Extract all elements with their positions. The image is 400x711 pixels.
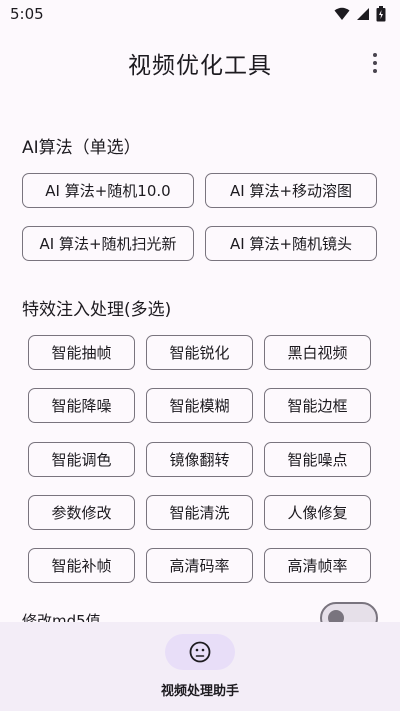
effect-option[interactable]: 高清码率 — [146, 548, 253, 583]
nav-item-video-assistant[interactable]: 视频处理助手 — [140, 634, 260, 704]
app-title: 视频优化工具 — [128, 53, 272, 79]
effect-option[interactable]: 智能锐化 — [146, 335, 253, 370]
status-bar: 5:05 — [0, 0, 400, 28]
effect-option[interactable]: 黑白视频 — [264, 335, 371, 370]
effect-option[interactable]: 参数修改 — [28, 495, 135, 530]
more-vert-icon[interactable] — [364, 50, 386, 76]
wifi-icon — [334, 7, 350, 20]
ai-section-title: AI算法（单选） — [22, 138, 141, 158]
effect-option[interactable]: 镜像翻转 — [146, 442, 253, 477]
effect-option[interactable]: 智能清洗 — [146, 495, 253, 530]
effect-option[interactable]: 智能抽帧 — [28, 335, 135, 370]
effects-section-title: 特效注入处理(多选) — [22, 300, 172, 320]
ai-option-move-blend[interactable]: AI 算法+移动溶图 — [205, 173, 377, 208]
ai-option-random-lens[interactable]: AI 算法+随机镜头 — [205, 226, 377, 261]
effect-option[interactable]: 智能边框 — [264, 388, 371, 423]
nav-indicator — [165, 634, 235, 670]
cell-signal-icon — [357, 8, 369, 20]
face-icon — [189, 641, 211, 663]
status-icons — [334, 6, 386, 22]
ai-option-random-10[interactable]: AI 算法+随机10.0 — [22, 173, 194, 208]
nav-label: 视频处理助手 — [160, 684, 239, 699]
battery-icon — [376, 6, 386, 22]
app-bar: 视频优化工具 — [0, 28, 400, 98]
effect-option[interactable]: 人像修复 — [264, 495, 371, 530]
effect-option[interactable]: 智能调色 — [28, 442, 135, 477]
effect-option[interactable]: 智能噪点 — [264, 442, 371, 477]
bottom-nav: 视频处理助手 — [0, 622, 400, 711]
effect-option[interactable]: 高清帧率 — [264, 548, 371, 583]
effect-option[interactable]: 智能降噪 — [28, 388, 135, 423]
effect-option[interactable]: 智能补帧 — [28, 548, 135, 583]
effect-option[interactable]: 智能模糊 — [146, 388, 253, 423]
ai-option-random-sweep[interactable]: AI 算法+随机扫光新 — [22, 226, 194, 261]
status-time: 5:05 — [10, 5, 44, 23]
